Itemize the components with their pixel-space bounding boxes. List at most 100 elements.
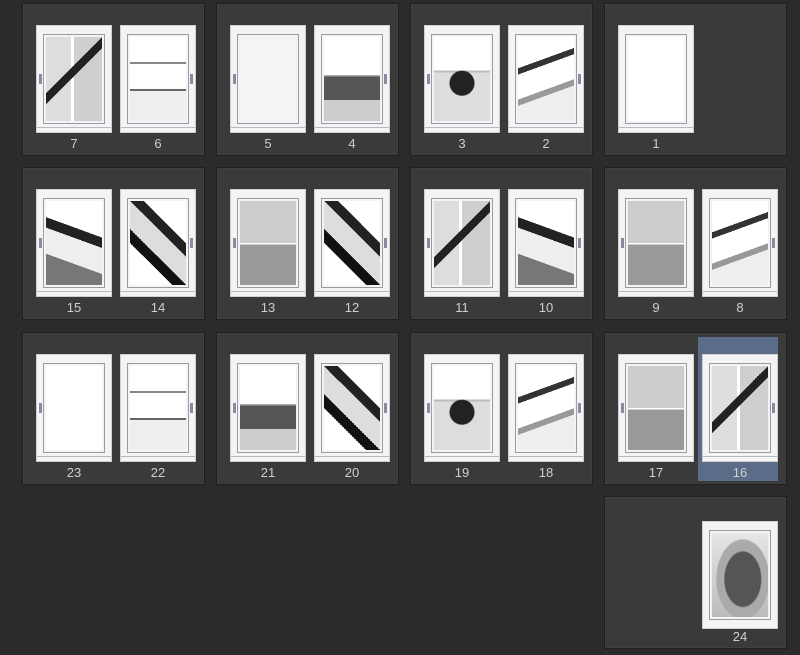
page-thumbnail[interactable] (508, 25, 584, 133)
page-frame (515, 363, 577, 453)
page-thumbnail[interactable] (314, 189, 390, 297)
page-frame (431, 363, 493, 453)
page-thumbnail[interactable] (36, 354, 112, 462)
page-thumbnail[interactable] (424, 189, 500, 297)
page-number: 3 (458, 136, 466, 151)
page-thumbnail[interactable] (314, 354, 390, 462)
spread-11-10[interactable]: 11 10 (410, 167, 593, 320)
page-thumbnail[interactable] (120, 25, 196, 133)
guide-tick (190, 238, 193, 248)
page-frame (43, 198, 105, 288)
page-thumbnail[interactable] (618, 25, 694, 133)
crop-line (315, 456, 389, 457)
crop-line (121, 456, 195, 457)
page-number: 22 (150, 465, 166, 480)
spread-7-6[interactable]: 7 6 (22, 3, 205, 156)
spread-17-16[interactable]: 17 16 (604, 332, 787, 485)
page-frame (237, 34, 299, 124)
crop-line (619, 456, 693, 457)
spread-19-18[interactable]: 19 18 (410, 332, 593, 485)
guide-tick (39, 403, 42, 413)
page-thumbnail[interactable] (618, 354, 694, 462)
crop-line (231, 127, 305, 128)
page-number: 21 (260, 465, 276, 480)
page-frame (625, 34, 687, 124)
page-frame (709, 198, 771, 288)
spread-1[interactable]: 1 (604, 3, 787, 156)
guide-tick (578, 74, 581, 84)
page-number: 15 (66, 300, 82, 315)
guide-tick (621, 238, 624, 248)
page-thumbnail[interactable] (314, 25, 390, 133)
spread-9-8[interactable]: 9 8 (604, 167, 787, 320)
page-frame (431, 198, 493, 288)
guide-tick (384, 403, 387, 413)
page-frame (709, 530, 771, 620)
page-thumbnail[interactable] (230, 189, 306, 297)
crop-line (619, 127, 693, 128)
page-thumbnail[interactable] (508, 189, 584, 297)
guide-tick (384, 238, 387, 248)
spread-15-14[interactable]: 15 14 (22, 167, 205, 320)
spread-23-22[interactable]: 23 22 (22, 332, 205, 485)
spread-3-2[interactable]: 3 2 (410, 3, 593, 156)
page-frame (127, 363, 189, 453)
guide-tick (427, 238, 430, 248)
page-frame (43, 34, 105, 124)
spread-5-4[interactable]: 5 4 (216, 3, 399, 156)
page-thumbnail-selected[interactable] (702, 354, 778, 462)
page-thumbnail[interactable] (702, 189, 778, 297)
page-thumbnail[interactable] (508, 354, 584, 462)
page-thumbnail[interactable] (230, 25, 306, 133)
crop-line (703, 456, 777, 457)
page-number: 13 (260, 300, 276, 315)
guide-tick (772, 403, 775, 413)
page-thumbnail[interactable] (120, 354, 196, 462)
page-frame (515, 34, 577, 124)
page-thumbnail[interactable] (230, 354, 306, 462)
crop-line (37, 291, 111, 292)
crop-line (231, 291, 305, 292)
spread-24[interactable]: 24 (604, 496, 787, 649)
page-thumbnail[interactable] (120, 189, 196, 297)
page-thumbnail[interactable] (618, 189, 694, 297)
guide-tick (190, 403, 193, 413)
spread-21-20[interactable]: 21 20 (216, 332, 399, 485)
guide-tick (233, 403, 236, 413)
page-number: 4 (348, 136, 356, 151)
guide-tick (621, 403, 624, 413)
page-frame (431, 34, 493, 124)
page-number: 20 (344, 465, 360, 480)
guide-tick (39, 74, 42, 84)
crop-line (425, 291, 499, 292)
crop-line (121, 291, 195, 292)
page-thumbnail[interactable] (424, 354, 500, 462)
page-thumbnail[interactable] (36, 25, 112, 133)
page-frame (709, 363, 771, 453)
page-frame (625, 363, 687, 453)
crop-line (619, 291, 693, 292)
page-number: 16 (732, 465, 748, 480)
page-number: 12 (344, 300, 360, 315)
page-thumbnail[interactable] (702, 521, 778, 629)
crop-line (37, 456, 111, 457)
page-thumbnail[interactable] (36, 189, 112, 297)
guide-tick (190, 74, 193, 84)
page-thumbnail[interactable] (424, 25, 500, 133)
page-frame (237, 363, 299, 453)
page-number: 17 (648, 465, 664, 480)
page-number: 5 (264, 136, 272, 151)
page-frame (127, 34, 189, 124)
guide-tick (578, 238, 581, 248)
guide-tick (578, 403, 581, 413)
guide-tick (772, 238, 775, 248)
page-frame (321, 34, 383, 124)
guide-tick (427, 74, 430, 84)
crop-line (425, 456, 499, 457)
spread-13-12[interactable]: 13 12 (216, 167, 399, 320)
page-number: 7 (70, 136, 78, 151)
page-number: 24 (732, 629, 748, 644)
crop-line (509, 456, 583, 457)
page-number: 10 (538, 300, 554, 315)
page-frame (237, 198, 299, 288)
